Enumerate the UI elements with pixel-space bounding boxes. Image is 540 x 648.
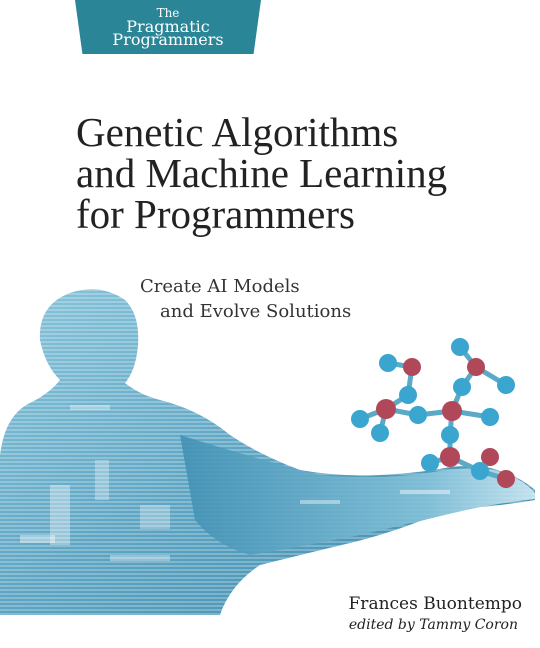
book-title-line-3: for Programmers [76, 191, 355, 237]
book-title-line-2: and Machine Learning [76, 150, 448, 196]
book-subtitle-line-1: Create AI Models [140, 276, 300, 297]
author-name: Frances Buontempo [348, 594, 522, 614]
editor-credit: edited by Tammy Coron [348, 617, 518, 633]
book-subtitle-line-2: and Evolve Solutions [160, 301, 352, 322]
publisher-logo: The Pragmatic Programmers [75, 0, 261, 54]
cover-illustration [0, 289, 535, 615]
book-subtitle: Create AI Models and Evolve Solutions [140, 274, 420, 324]
book-title-line-1: Genetic Algorithms [76, 109, 399, 155]
publisher-name-line-3: Programmers [112, 30, 224, 49]
book-title: Genetic Algorithms and Machine Learning … [76, 112, 526, 235]
